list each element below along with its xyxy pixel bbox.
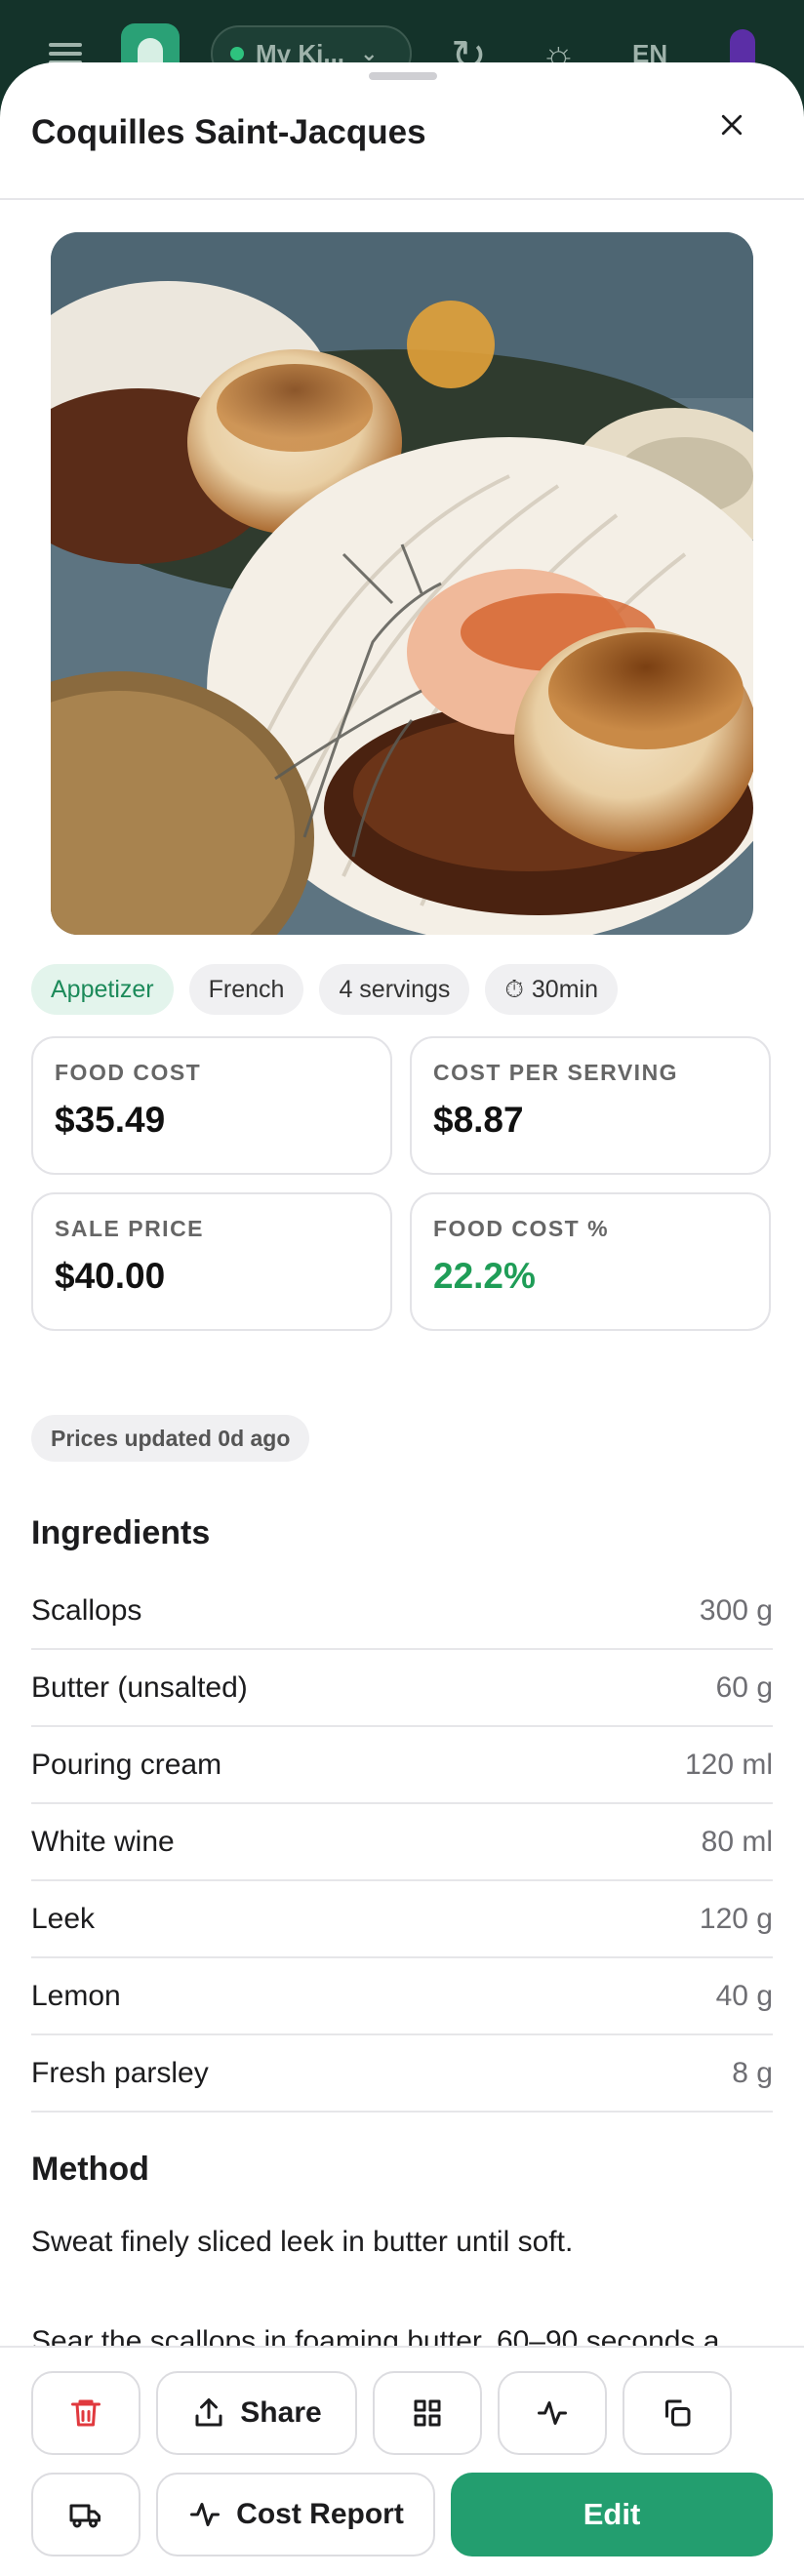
ingredient-row: Pouring cream 120 ml xyxy=(31,1727,773,1804)
ingredient-name: Butter (unsalted) xyxy=(31,1670,248,1704)
action-bar: Share Cost Report Edit xyxy=(0,2346,804,2576)
close-icon xyxy=(721,114,743,136)
delete-button[interactable] xyxy=(31,2371,141,2455)
menu-icon[interactable] xyxy=(49,43,82,64)
ingredients-list: Scallops 300 g Butter (unsalted) 60 g Pour… xyxy=(31,1573,773,2113)
time-tag: ⏱ 30min xyxy=(485,964,618,1015)
method-heading: Method xyxy=(31,2151,149,2188)
food-cost-label: FOOD COST xyxy=(55,1060,202,1085)
activity-button[interactable] xyxy=(498,2371,607,2455)
food-cost-percent-card: FOOD COST % 22.2% xyxy=(410,1192,771,1331)
recipe-tags: Appetizer French 4 servings ⏱ 30min xyxy=(31,964,618,1015)
ingredient-name: Pouring cream xyxy=(31,1748,222,1781)
ingredient-quantity: 120 g xyxy=(699,1902,773,1935)
sale-price-label: SALE PRICE xyxy=(55,1216,205,1241)
duplicate-button[interactable] xyxy=(623,2371,732,2455)
ingredient-quantity: 80 ml xyxy=(701,1825,773,1858)
ingredient-name: Fresh parsley xyxy=(31,2056,209,2089)
cost-per-serving-value: $8.87 xyxy=(433,1100,524,1140)
share-button[interactable]: Share xyxy=(156,2371,357,2455)
ingredient-row: Leek 120 g xyxy=(31,1881,773,1958)
activity-icon xyxy=(190,2503,221,2526)
timer-icon: ⏱ xyxy=(504,975,524,1003)
trash-icon xyxy=(71,2399,100,2427)
food-cost-value: $35.49 xyxy=(55,1100,166,1140)
cuisine-tag: French xyxy=(188,964,304,1015)
activity-icon xyxy=(538,2401,567,2425)
time-value: 30min xyxy=(531,975,598,1003)
truck-icon xyxy=(69,2504,100,2528)
supplier-button[interactable] xyxy=(31,2473,141,2556)
share-icon xyxy=(195,2398,222,2427)
cost-cards: FOOD COST $35.49 COST PER SERVING $8.87 … xyxy=(31,1036,773,1331)
cost-per-serving-card: COST PER SERVING $8.87 xyxy=(410,1036,771,1175)
recipe-sheet: Coquilles Saint-Jacques Appetizer French… xyxy=(0,62,804,2576)
status-dot xyxy=(230,47,244,60)
cost-report-label: Cost Report xyxy=(236,2498,404,2530)
ingredient-row: Butter (unsalted) 60 g xyxy=(31,1650,773,1727)
servings-tag: 4 servings xyxy=(319,964,470,1015)
sale-price-value: $40.00 xyxy=(55,1256,166,1296)
edit-label: Edit xyxy=(583,2497,641,2531)
food-cost-percent-value: 22.2% xyxy=(433,1256,536,1296)
food-cost-card: FOOD COST $35.49 xyxy=(31,1036,392,1175)
ingredient-row: Scallops 300 g xyxy=(31,1573,773,1650)
method-step: Sweat finely sliced leek in butter until… xyxy=(31,2226,574,2258)
ingredient-quantity: 40 g xyxy=(715,1979,773,2012)
edit-button[interactable]: Edit xyxy=(451,2473,773,2556)
ingredient-quantity: 300 g xyxy=(699,1593,773,1627)
close-button[interactable] xyxy=(710,103,753,146)
ingredient-row: Lemon 40 g xyxy=(31,1958,773,2035)
ingredient-name: Leek xyxy=(31,1902,96,1935)
food-cost-percent-label: FOOD COST % xyxy=(433,1216,610,1241)
recipe-photo xyxy=(51,232,753,935)
cost-per-serving-label: COST PER SERVING xyxy=(433,1060,679,1085)
ingredients-heading: Ingredients xyxy=(31,1514,211,1551)
sheet-header: Coquilles Saint-Jacques xyxy=(0,62,804,200)
ingredient-quantity: 8 g xyxy=(732,2056,773,2089)
ingredient-row: Fresh parsley 8 g xyxy=(31,2035,773,2113)
ingredient-name: Lemon xyxy=(31,1979,121,2012)
grid-button[interactable] xyxy=(373,2371,482,2455)
ingredient-name: Scallops xyxy=(31,1593,142,1627)
prices-updated-badge: Prices updated 0d ago xyxy=(31,1415,310,1462)
cost-report-button[interactable]: Cost Report xyxy=(156,2473,435,2556)
sale-price-card: SALE PRICE $40.00 xyxy=(31,1192,392,1331)
share-label: Share xyxy=(240,2396,322,2429)
ingredient-quantity: 120 ml xyxy=(684,1748,773,1781)
ingredient-name: White wine xyxy=(31,1825,175,1858)
copy-icon xyxy=(665,2399,691,2427)
grid-icon xyxy=(414,2399,441,2427)
category-tag: Appetizer xyxy=(31,964,174,1015)
recipe-title: Coquilles Saint-Jacques xyxy=(31,113,426,151)
ingredient-row: White wine 80 ml xyxy=(31,1804,773,1881)
ingredient-quantity: 60 g xyxy=(715,1670,773,1704)
